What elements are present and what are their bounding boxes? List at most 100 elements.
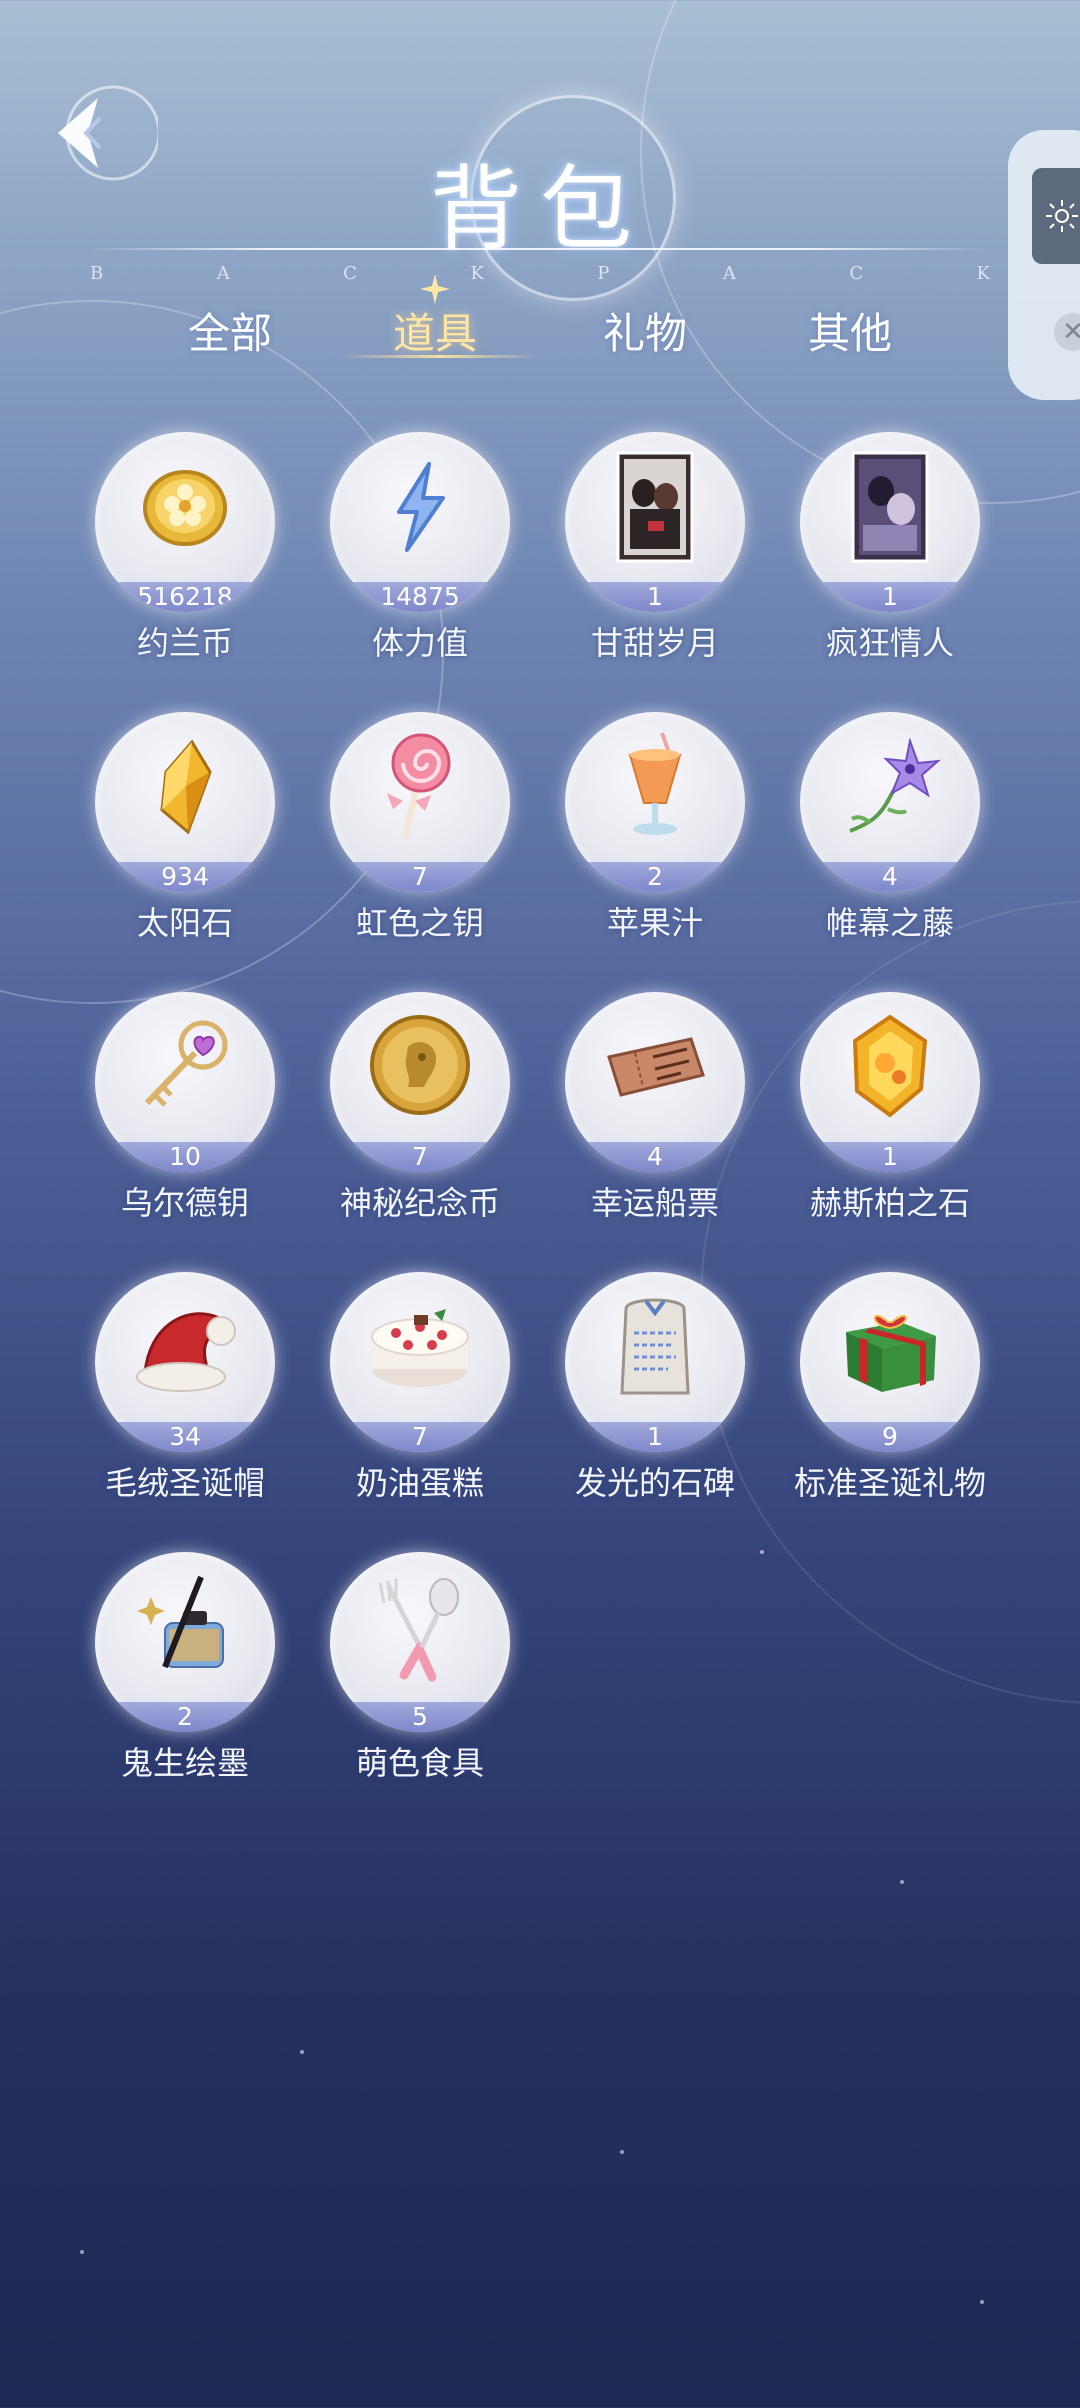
item-count: 7: [330, 1142, 510, 1172]
item-slot: 1: [565, 1272, 745, 1452]
item-count: 4: [800, 862, 980, 892]
item-slot: 4: [800, 712, 980, 892]
item-count: 10: [95, 1142, 275, 1172]
lightning-icon: [397, 462, 445, 552]
item-slot: 14875: [330, 432, 510, 612]
inventory-item[interactable]: 4 幸运船票: [565, 992, 745, 1222]
item-name: 毛绒圣诞帽: [104, 1464, 265, 1502]
amber-gem-icon: [852, 1014, 928, 1118]
tab-gifts[interactable]: 礼物: [575, 300, 715, 361]
item-count: 2: [95, 1702, 275, 1732]
heart-key-icon: [144, 1020, 228, 1107]
inventory-item[interactable]: 14875 体力值: [330, 432, 510, 662]
inventory-item[interactable]: 7 神秘纪念币: [330, 992, 510, 1222]
item-count: 5: [330, 1702, 510, 1732]
item-count: 2: [565, 862, 745, 892]
item-count: 1: [565, 1422, 745, 1452]
commemorative-coin-icon: [370, 1015, 470, 1115]
item-count: 7: [330, 1422, 510, 1452]
item-name: 奶油蛋糕: [355, 1464, 484, 1502]
tab-other[interactable]: 其他: [780, 300, 920, 361]
page-subtitle: B A C K P A C K: [90, 263, 990, 284]
inventory-item[interactable]: 9 标准圣诞礼物: [794, 1272, 986, 1502]
item-name: 赫斯柏之石: [809, 1184, 970, 1222]
item-slot: 10: [95, 992, 275, 1172]
inventory-item[interactable]: 1 发光的石碑: [565, 1272, 745, 1502]
item-name: 萌色食具: [355, 1744, 484, 1782]
item-slot: 516218: [95, 432, 275, 612]
subtitle-letter: A: [722, 263, 736, 284]
item-slot: 934: [95, 712, 275, 892]
item-count: 14875: [330, 582, 510, 612]
subtitle-letter: C: [849, 263, 864, 284]
item-count: 516218: [95, 582, 275, 612]
item-name: 发光的石碑: [574, 1464, 735, 1502]
category-tabs: 全部 道具 礼物 其他: [0, 274, 1080, 370]
title-divider: [85, 248, 990, 250]
tab-items[interactable]: 道具: [365, 300, 505, 361]
item-count: 1: [800, 1142, 980, 1172]
item-name: 神秘纪念币: [339, 1184, 500, 1222]
item-count: 9: [800, 1422, 980, 1452]
gold-coin-icon: [143, 470, 227, 546]
item-slot: 5: [330, 1552, 510, 1732]
item-slot: 7: [330, 712, 510, 892]
juice-glass-icon: [628, 732, 682, 835]
inventory-item[interactable]: 2 鬼生绘墨: [95, 1552, 275, 1782]
inventory-item[interactable]: 4 帷幕之藤: [800, 712, 980, 942]
subtitle-letter: A: [216, 263, 230, 284]
item-count: 34: [95, 1422, 275, 1452]
subtitle-letter: B: [90, 263, 104, 284]
item-grid: 516218 约兰币 14875 体力值 1 甘甜岁月 1 疯狂情人 934 太…: [95, 432, 995, 1782]
item-name: 帷幕之藤: [825, 904, 954, 942]
active-tab-indicator: [340, 355, 540, 358]
item-count: 4: [565, 1142, 745, 1172]
item-count: 7: [330, 862, 510, 892]
flower-vine-icon: [849, 737, 942, 833]
inventory-item[interactable]: 34 毛绒圣诞帽: [95, 1272, 275, 1502]
item-slot: 1: [800, 992, 980, 1172]
cake-icon: [371, 1309, 469, 1387]
item-name: 太阳石: [136, 904, 233, 942]
side-tool-button[interactable]: [1032, 168, 1080, 264]
item-name: 虹色之钥: [355, 904, 484, 942]
item-slot: 9: [800, 1272, 980, 1452]
stone-tablet-icon: [620, 1298, 690, 1395]
inventory-item[interactable]: 7 奶油蛋糕: [330, 1272, 510, 1502]
subtitle-letter: K: [976, 263, 990, 284]
item-name: 甘甜岁月: [590, 624, 719, 662]
item-count: 1: [800, 582, 980, 612]
item-name: 鬼生绘墨: [120, 1744, 249, 1782]
item-slot: 34: [95, 1272, 275, 1452]
inventory-item[interactable]: 10 乌尔德钥: [95, 992, 275, 1222]
card-art-icon: [851, 451, 929, 563]
gift-box-icon: [846, 1315, 936, 1392]
item-name: 体力值: [371, 624, 468, 662]
item-slot: 1: [800, 432, 980, 612]
inventory-item[interactable]: 2 苹果汁: [565, 712, 745, 942]
santa-hat-icon: [136, 1312, 236, 1392]
lollipop-icon: [387, 733, 451, 840]
inventory-item[interactable]: 5 萌色食具: [330, 1552, 510, 1782]
inventory-item[interactable]: 934 太阳石: [95, 712, 275, 942]
sun-crystal-icon: [160, 739, 212, 835]
item-name: 幸运船票: [590, 1184, 719, 1222]
brightness-icon: [1046, 200, 1078, 232]
subtitle-letter: K: [470, 263, 484, 284]
inventory-item[interactable]: 516218 约兰币: [95, 432, 275, 662]
inventory-item[interactable]: 1 疯狂情人: [800, 432, 980, 662]
item-slot: 7: [330, 992, 510, 1172]
item-count: 1: [565, 582, 745, 612]
ticket-icon: [607, 1037, 705, 1097]
item-name: 约兰币: [136, 624, 233, 662]
subtitle-letter: P: [597, 263, 610, 284]
item-name: 乌尔德钥: [120, 1184, 249, 1222]
inventory-item[interactable]: 1 赫斯柏之石: [800, 992, 980, 1222]
tab-all[interactable]: 全部: [160, 300, 300, 361]
inventory-item[interactable]: 7 虹色之钥: [330, 712, 510, 942]
item-slot: 7: [330, 1272, 510, 1452]
inventory-item[interactable]: 1 甘甜岁月: [565, 432, 745, 662]
ink-bottle-icon: [137, 1575, 224, 1669]
item-count: 934: [95, 862, 275, 892]
item-slot: 4: [565, 992, 745, 1172]
